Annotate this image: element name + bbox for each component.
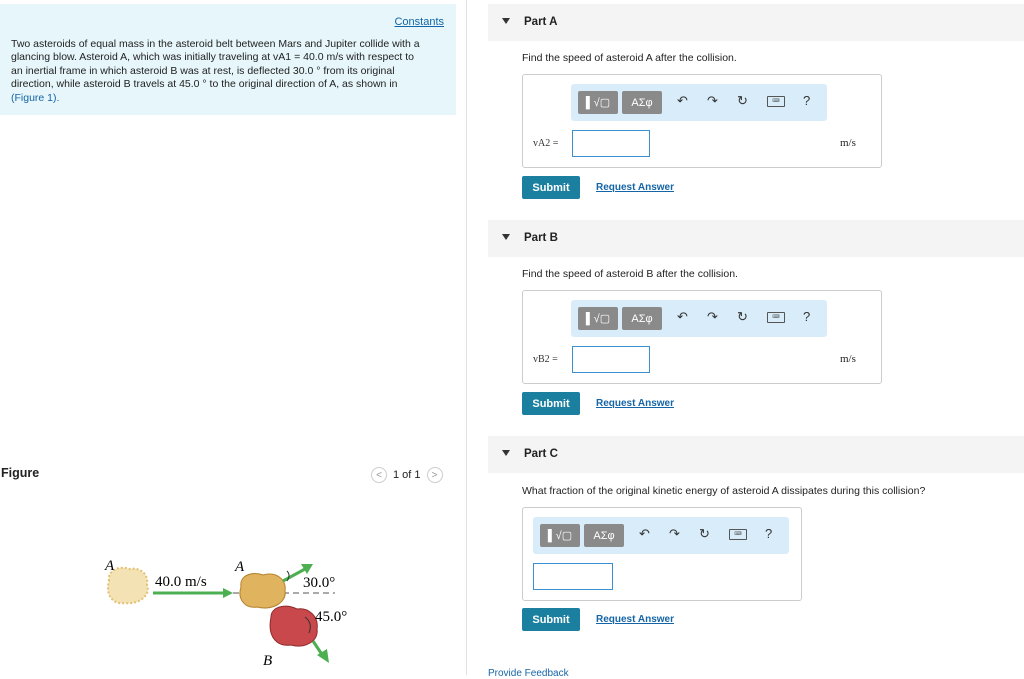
part-a-header[interactable]: Part A xyxy=(488,4,1024,41)
part-b-variable-label: vB2 = xyxy=(533,354,558,365)
problem-text: Two asteroids of equal mass in the aster… xyxy=(11,38,441,105)
figure-pager: < 1 of 1 > xyxy=(371,467,443,483)
figure-link[interactable]: (Figure 1). xyxy=(11,92,59,104)
problem-line: an inertial frame in which asteroid B wa… xyxy=(11,64,395,77)
help-icon[interactable]: ? xyxy=(765,526,772,541)
help-icon[interactable]: ? xyxy=(803,93,810,108)
part-a-question: Find the speed of asteroid A after the c… xyxy=(522,52,737,64)
keyboard-icon[interactable]: ⌨ xyxy=(767,96,785,107)
reset-icon[interactable]: ↻ xyxy=(737,93,748,109)
problem-line: Two asteroids of equal mass in the aster… xyxy=(11,38,420,50)
undo-icon[interactable]: ↶ xyxy=(639,526,650,542)
part-b-question: Find the speed of asteroid B after the c… xyxy=(522,268,738,280)
part-c-header[interactable]: Part C xyxy=(488,436,1024,473)
velocity-arrow-a-final xyxy=(282,567,306,583)
part-b-title: Part B xyxy=(524,232,558,244)
problem-line: glancing blow. Asteroid A, which was ini… xyxy=(11,51,414,64)
redo-icon[interactable]: ↷ xyxy=(707,309,718,325)
part-a-title: Part A xyxy=(524,16,558,28)
part-b-submit-button[interactable]: Submit xyxy=(522,392,580,415)
collapse-caret-icon xyxy=(502,450,510,456)
next-figure-button[interactable]: > xyxy=(426,467,443,483)
reset-icon[interactable]: ↻ xyxy=(699,526,710,542)
part-c-question: What fraction of the original kinetic en… xyxy=(522,485,926,497)
label-angle-a: 30.0° xyxy=(303,575,335,591)
part-a-answer-input[interactable] xyxy=(572,130,650,157)
part-a-request-answer-link[interactable]: Request Answer xyxy=(596,182,674,193)
redo-icon[interactable]: ↷ xyxy=(669,526,680,542)
prev-figure-button[interactable]: < xyxy=(371,467,387,483)
part-b-equation-toolbar: ▌√▢ ΑΣφ ↶ ↷ ↻ ⌨ ? xyxy=(571,300,827,337)
collapse-caret-icon xyxy=(502,18,510,24)
help-icon[interactable]: ? xyxy=(803,309,810,324)
velocity-arrow-b xyxy=(311,640,323,654)
problem-line: direction, while asteroid B travels at 4… xyxy=(11,78,398,91)
label-a-final: A xyxy=(234,559,245,575)
problem-statement: Constants Two asteroids of equal mass in… xyxy=(0,4,456,115)
column-divider xyxy=(466,0,467,675)
part-a-submit-button[interactable]: Submit xyxy=(522,176,580,199)
part-b-request-answer-link[interactable]: Request Answer xyxy=(596,398,674,409)
reset-icon[interactable]: ↻ xyxy=(737,309,748,325)
part-c-submit-button[interactable]: Submit xyxy=(522,608,580,631)
keyboard-icon[interactable]: ⌨ xyxy=(767,312,785,323)
greek-symbols-button[interactable]: ΑΣφ xyxy=(622,307,662,330)
part-a-answer-box: ▌√▢ ΑΣφ ↶ ↷ ↻ ⌨ ? vA2 = m/s xyxy=(522,74,882,168)
part-b-unit: m/s xyxy=(840,353,856,365)
label-b: B xyxy=(263,653,272,669)
template-button[interactable]: ▌√▢ xyxy=(578,307,618,330)
collision-figure: A 40.0 m/s A 30.0° 45.0° B xyxy=(104,558,347,669)
part-a-variable-label: vA2 = xyxy=(533,138,559,149)
part-a-unit: m/s xyxy=(840,137,856,149)
constants-link[interactable]: Constants xyxy=(394,16,444,28)
part-c-title: Part C xyxy=(524,448,558,460)
redo-icon[interactable]: ↷ xyxy=(707,93,718,109)
part-c-answer-box: ▌√▢ ΑΣφ ↶ ↷ ↻ ⌨ ? xyxy=(522,507,802,601)
greek-symbols-button[interactable]: ΑΣφ xyxy=(622,91,662,114)
part-c-request-answer-link[interactable]: Request Answer xyxy=(596,614,674,625)
collapse-caret-icon xyxy=(502,234,510,240)
part-b-answer-input[interactable] xyxy=(572,346,650,373)
figure-title: Figure xyxy=(1,466,40,480)
asteroid-a-final xyxy=(239,573,286,609)
part-c-answer-input[interactable] xyxy=(533,563,613,590)
part-a-equation-toolbar: ▌√▢ ΑΣφ ↶ ↷ ↻ ⌨ ? xyxy=(571,84,827,121)
part-b-answer-box: ▌√▢ ΑΣφ ↶ ↷ ↻ ⌨ ? vB2 = m/s xyxy=(522,290,882,384)
label-angle-b: 45.0° xyxy=(315,609,347,625)
part-b-header[interactable]: Part B xyxy=(488,220,1024,257)
template-button[interactable]: ▌√▢ xyxy=(540,524,580,547)
greek-symbols-button[interactable]: ΑΣφ xyxy=(584,524,624,547)
keyboard-icon[interactable]: ⌨ xyxy=(729,529,747,540)
undo-icon[interactable]: ↶ xyxy=(677,309,688,325)
label-a-initial: A xyxy=(104,558,115,574)
template-button[interactable]: ▌√▢ xyxy=(578,91,618,114)
figure-page-count: 1 of 1 xyxy=(393,469,421,481)
part-c-equation-toolbar: ▌√▢ ΑΣφ ↶ ↷ ↻ ⌨ ? xyxy=(533,517,789,554)
label-speed: 40.0 m/s xyxy=(155,574,207,590)
provide-feedback-link[interactable]: Provide Feedback xyxy=(488,668,569,679)
velocity-arrowhead-a xyxy=(223,588,233,598)
undo-icon[interactable]: ↶ xyxy=(677,93,688,109)
